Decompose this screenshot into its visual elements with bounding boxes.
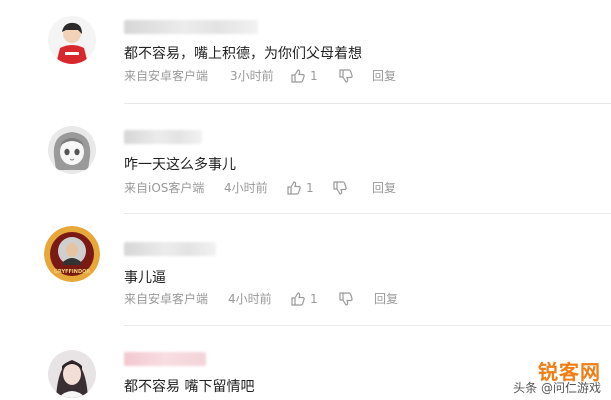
reply-link[interactable]: 回复 bbox=[372, 68, 396, 84]
comment-text: 都不容易 嘴下留情吧 bbox=[124, 379, 255, 395]
comment-text: 事儿逼 bbox=[124, 270, 166, 286]
username-blurred[interactable] bbox=[124, 242, 216, 256]
like-count: 1 bbox=[310, 292, 318, 306]
comment-text: 咋一天这么多事儿 bbox=[124, 157, 236, 173]
timestamp: 3小时前 bbox=[230, 69, 274, 83]
thumbs-up-icon[interactable] bbox=[290, 68, 306, 84]
timestamp: 4小时前 bbox=[228, 292, 272, 306]
watermark-subtitle: 头条 @问仁游戏 bbox=[513, 381, 601, 395]
comment-meta: 来自iOS客户端 4小时前 1 回复 bbox=[124, 180, 424, 196]
comment-item: 咋一天这么多事儿 来自iOS客户端 4小时前 1 回复 bbox=[0, 104, 611, 214]
comment-item: GRYFFINDOR 事儿逼 来自安卓客户端 4小时前 1 回复 bbox=[0, 214, 611, 326]
avatar-badge-text: GRYFFINDOR bbox=[54, 269, 91, 275]
user-avatar[interactable]: GRYFFINDOR bbox=[44, 226, 100, 282]
username-blurred[interactable] bbox=[124, 130, 202, 144]
comment-item: 都不容易，嘴上积德，为你们父母着想 来自安卓客户端 3小时前 1 回复 bbox=[0, 0, 611, 104]
thumbs-down-icon[interactable] bbox=[338, 291, 354, 307]
thumbs-down-icon[interactable] bbox=[338, 68, 354, 84]
avatar-girl-photo-icon bbox=[48, 350, 96, 398]
watermark: 锐客网 头条 @问仁游戏 bbox=[485, 356, 605, 396]
client-source: 来自iOS客户端 bbox=[124, 181, 205, 195]
comment-meta: 来自安卓客户端 4小时前 1 回复 bbox=[124, 291, 424, 307]
client-source: 来自安卓客户端 bbox=[124, 69, 209, 83]
like-count: 1 bbox=[310, 69, 318, 83]
username-blurred[interactable] bbox=[124, 352, 206, 366]
thumbs-up-icon[interactable] bbox=[286, 180, 302, 196]
user-avatar[interactable] bbox=[48, 350, 96, 398]
reply-link[interactable]: 回复 bbox=[372, 180, 396, 196]
timestamp: 4小时前 bbox=[224, 181, 268, 195]
user-avatar[interactable] bbox=[48, 16, 96, 64]
username-blurred[interactable] bbox=[124, 20, 258, 34]
client-source: 来自安卓客户端 bbox=[124, 292, 209, 306]
user-avatar[interactable] bbox=[48, 126, 96, 174]
thumbs-down-icon[interactable] bbox=[332, 180, 348, 196]
comment-text: 都不容易，嘴上积德，为你们父母着想 bbox=[124, 46, 362, 62]
thumbs-up-icon[interactable] bbox=[290, 291, 306, 307]
avatar-gryffindor-crest-icon: GRYFFINDOR bbox=[44, 226, 100, 282]
comment-meta: 来自安卓客户端 3小时前 1 回复 bbox=[124, 68, 424, 84]
like-count: 1 bbox=[306, 181, 314, 195]
reply-link[interactable]: 回复 bbox=[374, 291, 398, 307]
avatar-anime-girl-icon bbox=[48, 126, 96, 174]
avatar-red-shirt-icon bbox=[48, 16, 96, 64]
